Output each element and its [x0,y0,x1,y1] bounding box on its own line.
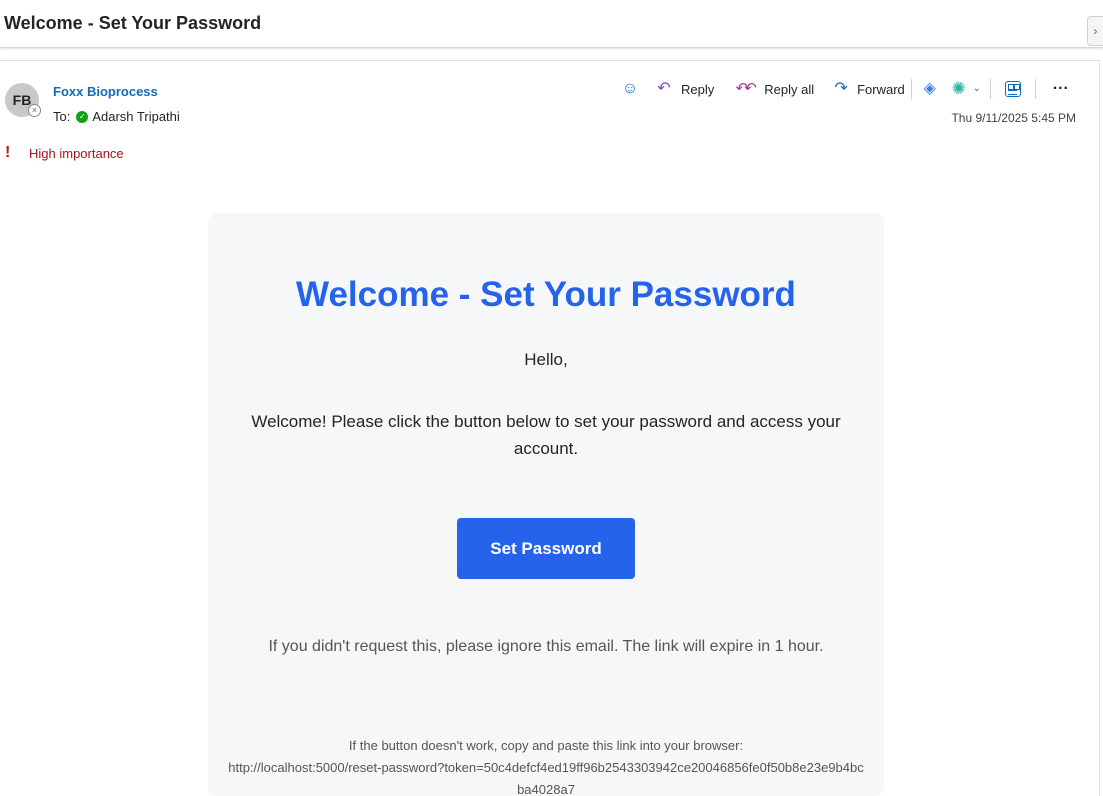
chevron-right-icon: › [1093,24,1098,38]
toolbar-divider [1034,79,1036,99]
copilot-icon: ✺ [951,79,966,98]
ignore-note: If you didn't request this, please ignor… [268,638,824,655]
email-body-card: Welcome - Set Your Password Hello, Welco… [208,213,884,796]
reading-pane: FB × Foxx Bioprocess To: ✓ Adarsh Tripat… [0,60,1100,796]
forward-label: Forward [857,81,905,97]
emoji-icon[interactable]: ☺ [617,80,643,98]
welcome-message: Welcome! Please click the button below t… [251,412,841,458]
reply-all-icon: ↶↶ [735,80,757,97]
email-body-title: Welcome - Set Your Password [296,275,796,314]
sender-name[interactable]: Foxx Bioprocess [53,84,158,99]
fallback-section: If the button doesn't work, copy and pas… [228,735,864,796]
more-icon[interactable]: ··· [1048,80,1074,98]
collapse-pane-button[interactable]: › [1087,16,1103,46]
recipient-name[interactable]: Adarsh Tripathi [92,109,179,124]
reset-password-link[interactable]: http://localhost:5000/reset-password?tok… [228,757,864,796]
reply-all-label: Reply all [764,81,815,97]
importance-label: High importance [29,145,124,161]
subject-bar: Welcome - Set Your Password › [0,0,1103,48]
reply-label: Reply [681,81,715,97]
exclamation-icon: ! [5,144,11,161]
email-subject: Welcome - Set Your Password [4,13,262,33]
available-status-icon: ✓ [76,110,89,123]
reply-icon: ↶ [657,80,671,97]
toolbar-divider [910,79,912,99]
reply-all-button[interactable]: ↶↶ Reply all [732,77,814,101]
copilot-button[interactable]: ✺ ⌄ [948,77,984,101]
forward-button[interactable]: ↷ Forward [830,77,905,101]
chevron-down-icon: ⌄ [972,83,981,94]
fallback-intro: If the button doesn't work, copy and pas… [348,738,744,753]
sent-date: Thu 9/11/2025 5:45 PM [951,111,1076,125]
message-actions: ☺ ↶ Reply ↶↶ Reply all ↷ Forward ◈ ✺ ⌄ ·… [617,77,1074,101]
presence-unknown-icon: × [28,104,41,117]
loop-icon[interactable]: ◈ [918,80,942,98]
to-label: To: [53,109,71,124]
apps-icon[interactable] [1004,81,1021,97]
set-password-button[interactable]: Set Password [457,518,635,579]
greeting-text: Hello, [524,350,568,369]
recipient-row: To: ✓ Adarsh Tripathi [53,109,180,124]
reply-button[interactable]: ↶ Reply [653,77,714,101]
toolbar-divider [989,79,991,99]
importance-banner: ! High importance [5,144,124,162]
forward-icon: ↷ [834,80,848,97]
avatar[interactable]: FB × [5,83,41,119]
